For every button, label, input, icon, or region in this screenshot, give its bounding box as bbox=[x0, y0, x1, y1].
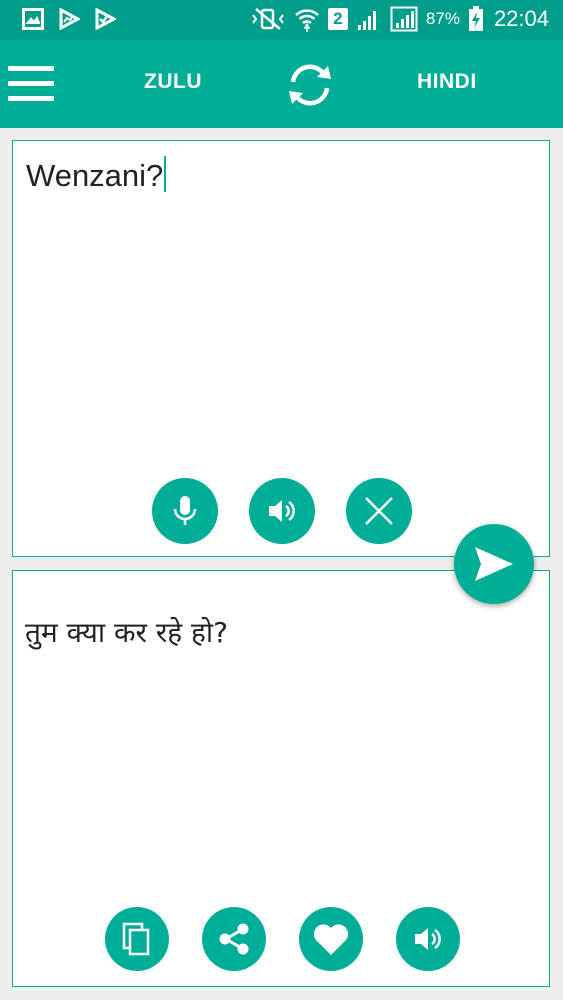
heart-icon bbox=[313, 924, 349, 955]
copy-icon bbox=[122, 922, 150, 956]
signal-icon bbox=[390, 6, 418, 32]
menu-icon bbox=[8, 81, 54, 86]
menu-icon bbox=[8, 66, 54, 71]
speak-output-button[interactable] bbox=[396, 907, 460, 971]
output-panel: तुम क्या कर रहे हो? bbox=[12, 570, 550, 987]
send-icon bbox=[475, 547, 513, 581]
translate-button[interactable] bbox=[454, 524, 534, 604]
share-button[interactable] bbox=[202, 907, 266, 971]
input-text: Wenzani? bbox=[26, 158, 164, 193]
speaker-icon bbox=[415, 928, 441, 950]
wifi-icon bbox=[295, 9, 319, 32]
menu-icon bbox=[8, 96, 54, 101]
close-icon bbox=[365, 497, 393, 525]
input-panel[interactable]: Wenzani? bbox=[12, 140, 550, 557]
mute-vibrate-icon bbox=[252, 8, 284, 30]
copy-button[interactable] bbox=[105, 907, 169, 971]
target-language-button[interactable]: HINDI bbox=[417, 70, 477, 94]
translated-text: तुम क्या कर रहे हो? bbox=[25, 616, 229, 649]
battery-charging-icon bbox=[468, 6, 483, 31]
clear-input-button[interactable] bbox=[346, 478, 412, 544]
swap-icon bbox=[289, 64, 331, 106]
speak-input-button[interactable] bbox=[249, 478, 315, 544]
battery-percent: 87% bbox=[425, 9, 460, 28]
status-bar: 2 87% 22:04 bbox=[0, 0, 563, 40]
input-text-area[interactable]: Wenzani? bbox=[26, 156, 167, 194]
microphone-icon bbox=[173, 496, 197, 525]
text-caret bbox=[164, 156, 167, 192]
share-icon bbox=[219, 923, 249, 955]
clock: 22:04 bbox=[493, 6, 549, 31]
favorite-button[interactable] bbox=[299, 907, 363, 971]
app-toolbar: ZULU HINDI bbox=[0, 40, 563, 128]
menu-button[interactable] bbox=[8, 64, 56, 104]
status-notifications bbox=[22, 8, 116, 30]
microphone-button[interactable] bbox=[152, 478, 218, 544]
speaker-icon bbox=[269, 500, 295, 522]
play-store-icon bbox=[59, 8, 80, 30]
source-language-button[interactable]: ZULU bbox=[144, 70, 202, 94]
sim-badge: 2 bbox=[327, 8, 348, 30]
signal-icon bbox=[357, 11, 376, 30]
download-check-icon bbox=[95, 8, 116, 30]
swap-languages-button[interactable] bbox=[283, 58, 337, 112]
status-system: 2 87% 22:04 bbox=[250, 6, 549, 32]
gallery-icon bbox=[22, 8, 44, 30]
